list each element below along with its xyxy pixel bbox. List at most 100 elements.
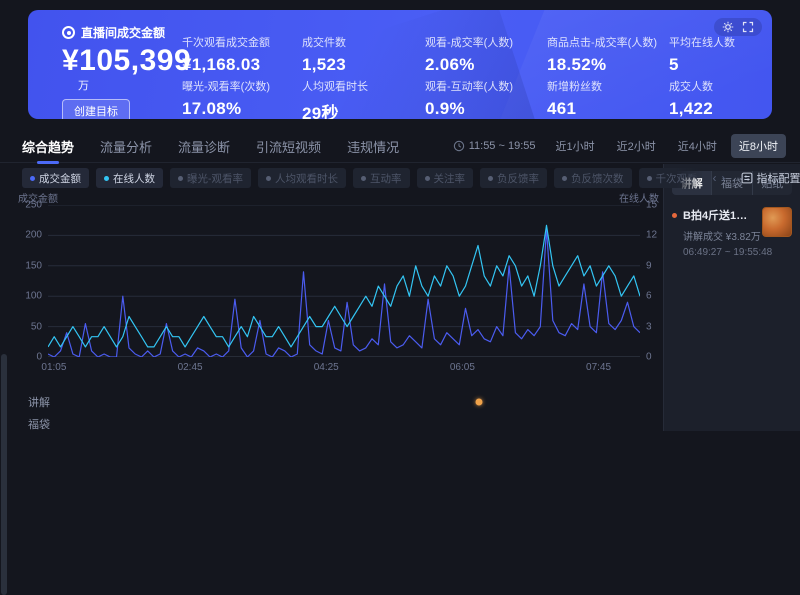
item-bullet-icon (672, 213, 677, 218)
y-tick-left: 150 (25, 260, 42, 271)
primary-kpi-unit: 万 (78, 77, 191, 93)
x-tick: 01:05 (41, 362, 66, 373)
metric-label: 成交件数 (302, 34, 432, 50)
chevron-right-icon[interactable]: › (722, 171, 726, 185)
expand-icon[interactable] (742, 21, 754, 33)
metric-value: 0.9% (425, 99, 555, 119)
chip-negative-feedback-count[interactable]: 负反馈次数 (554, 168, 632, 188)
trend-chart[interactable]: 250 200 150 100 50 0 15 12 9 6 3 0 (48, 205, 640, 357)
chip-label: 千次观看 (656, 171, 698, 186)
metric-label: 千次观看成交金额 (182, 34, 312, 50)
chip-online-users[interactable]: 在线人数 (96, 168, 163, 188)
y-tick-left: 50 (31, 321, 42, 332)
explain-marker-dot[interactable] (475, 399, 482, 406)
y-tick-right: 9 (646, 260, 652, 271)
range-button-4h[interactable]: 近4小时 (670, 134, 725, 158)
metric-cell: 平均在线人数 5 (669, 34, 764, 75)
chip-label: 曝光-观看率 (187, 171, 243, 186)
y-tick-right: 0 (646, 352, 652, 363)
sliders-icon (741, 172, 753, 184)
metric-cell: 新增粉丝数 461 (547, 78, 677, 119)
metric-label: 平均在线人数 (669, 34, 764, 50)
chip-interaction-rate[interactable]: 互动率 (353, 168, 410, 188)
metric-label: 新增粉丝数 (547, 78, 677, 94)
chip-dot (488, 176, 493, 181)
explain-list-item[interactable]: B拍4斤送1斤共35-4... 讲解成交 ¥3.82万 06:49:27 ~ 1… (672, 207, 792, 258)
metric-value: 461 (547, 99, 677, 119)
metric-label: 观看-成交率(人数) (425, 34, 555, 50)
metric-value: 2.06% (425, 55, 555, 75)
create-goal-button[interactable]: 创建目标 (62, 99, 130, 119)
metric-cell: 成交件数 1,523 (302, 34, 432, 75)
left-scrollbar[interactable] (1, 354, 7, 595)
chip-dot (104, 176, 109, 181)
tab-short-video[interactable]: 引流短视频 (256, 137, 321, 156)
metric-cell: 曝光-观看率(次数) 17.08% (182, 78, 312, 119)
y-tick-left: 200 (25, 230, 42, 241)
chip-label: 成交金额 (39, 171, 81, 186)
y-tick-right: 6 (646, 291, 652, 302)
tab-traffic-diagnosis[interactable]: 流量诊断 (178, 137, 230, 156)
chip-exposure-view-rate[interactable]: 曝光-观看率 (170, 168, 251, 188)
chevron-left-icon[interactable]: ‹ (713, 171, 717, 185)
chip-label: 在线人数 (113, 171, 155, 186)
gear-icon[interactable] (722, 21, 734, 33)
chip-negative-feedback-rate[interactable]: 负反馈率 (480, 168, 547, 188)
x-tick: 06:05 (450, 362, 475, 373)
chip-dot (562, 176, 567, 181)
x-tick: 07:45 (586, 362, 611, 373)
metric-label: 观看-互动率(人数) (425, 78, 555, 94)
metric-value: ¥1,168.03 (182, 55, 312, 75)
y-tick-left: 100 (25, 291, 42, 302)
item-time-range: 06:49:27 ~ 19:55:48 (683, 247, 756, 258)
y-tick-right: 3 (646, 321, 652, 332)
tab-overall-trend[interactable]: 综合趋势 (22, 137, 74, 156)
chip-label: 关注率 (434, 171, 466, 186)
metric-cell: 商品点击-成交率(人数) 18.52% (547, 34, 687, 75)
chip-follow-rate[interactable]: 关注率 (417, 168, 474, 188)
chip-dot (178, 176, 183, 181)
chip-dot (361, 176, 366, 181)
banner-corner-actions (714, 18, 762, 36)
range-button-1h[interactable]: 近1小时 (548, 134, 603, 158)
lucky-bag-marker-track[interactable] (48, 414, 663, 434)
metric-cell: 观看-互动率(人数) 0.9% (425, 78, 555, 119)
section-tabbar: 综合趋势 流量分析 流量诊断 引流短视频 违规情况 11:55 ~ 19:55 … (0, 130, 800, 163)
metric-value: 5 (669, 55, 764, 75)
metric-value: 17.08% (182, 99, 312, 119)
y-tick-right: 12 (646, 230, 657, 241)
primary-kpi: 直播间成交金额 ¥105,399 万 创建目标 (62, 24, 191, 119)
chip-dot (30, 176, 35, 181)
explain-marker-row: 讲解 (0, 392, 663, 412)
metric-label: 成交人数 (669, 78, 764, 94)
tab-traffic-analysis[interactable]: 流量分析 (100, 137, 152, 156)
metric-cell: 成交人数 1,422 (669, 78, 764, 119)
chip-per-thousand-views[interactable]: 千次观看 (639, 168, 706, 188)
metric-label: 商品点击-成交率(人数) (547, 34, 687, 50)
chip-dot (266, 176, 271, 181)
range-button-8h[interactable]: 近8小时 (731, 134, 786, 158)
item-gmv: 讲解成交 ¥3.82万 (683, 228, 756, 243)
metric-value: 29秒 (302, 99, 432, 119)
metric-config-button[interactable]: 指标配置 (741, 170, 800, 186)
explain-marker-track[interactable] (48, 392, 663, 412)
marker-row-label: 福袋 (0, 416, 48, 432)
lucky-bag-marker-row: 福袋 (0, 414, 663, 434)
chip-gmv[interactable]: 成交金额 (22, 168, 89, 188)
trend-chart-svg (48, 205, 640, 357)
metric-value: 18.52% (547, 55, 687, 75)
range-button-2h[interactable]: 近2小时 (609, 134, 664, 158)
chip-avg-watch-time[interactable]: 人均观看时长 (258, 168, 346, 188)
chip-pagination: ‹ › (713, 171, 726, 185)
y-tick-left: 250 (25, 200, 42, 211)
time-range-text: 11:55 ~ 19:55 (469, 140, 536, 152)
primary-kpi-amount: ¥105,399 (62, 45, 191, 77)
x-axis-ticks: 01:05 02:45 04:25 06:05 07:45 (48, 362, 640, 374)
time-range-controls: 11:55 ~ 19:55 近1小时 近2小时 近4小时 近8小时 (453, 134, 786, 158)
y-tick-right: 15 (646, 200, 657, 211)
metric-value: 1,523 (302, 55, 432, 75)
clock-icon (453, 140, 465, 152)
metric-chips-row: 成交金额 在线人数 曝光-观看率 人均观看时长 互动率 关注率 负反馈率 负反馈… (22, 168, 800, 188)
y-tick-left: 0 (36, 352, 42, 363)
tab-violations[interactable]: 违规情况 (347, 137, 399, 156)
